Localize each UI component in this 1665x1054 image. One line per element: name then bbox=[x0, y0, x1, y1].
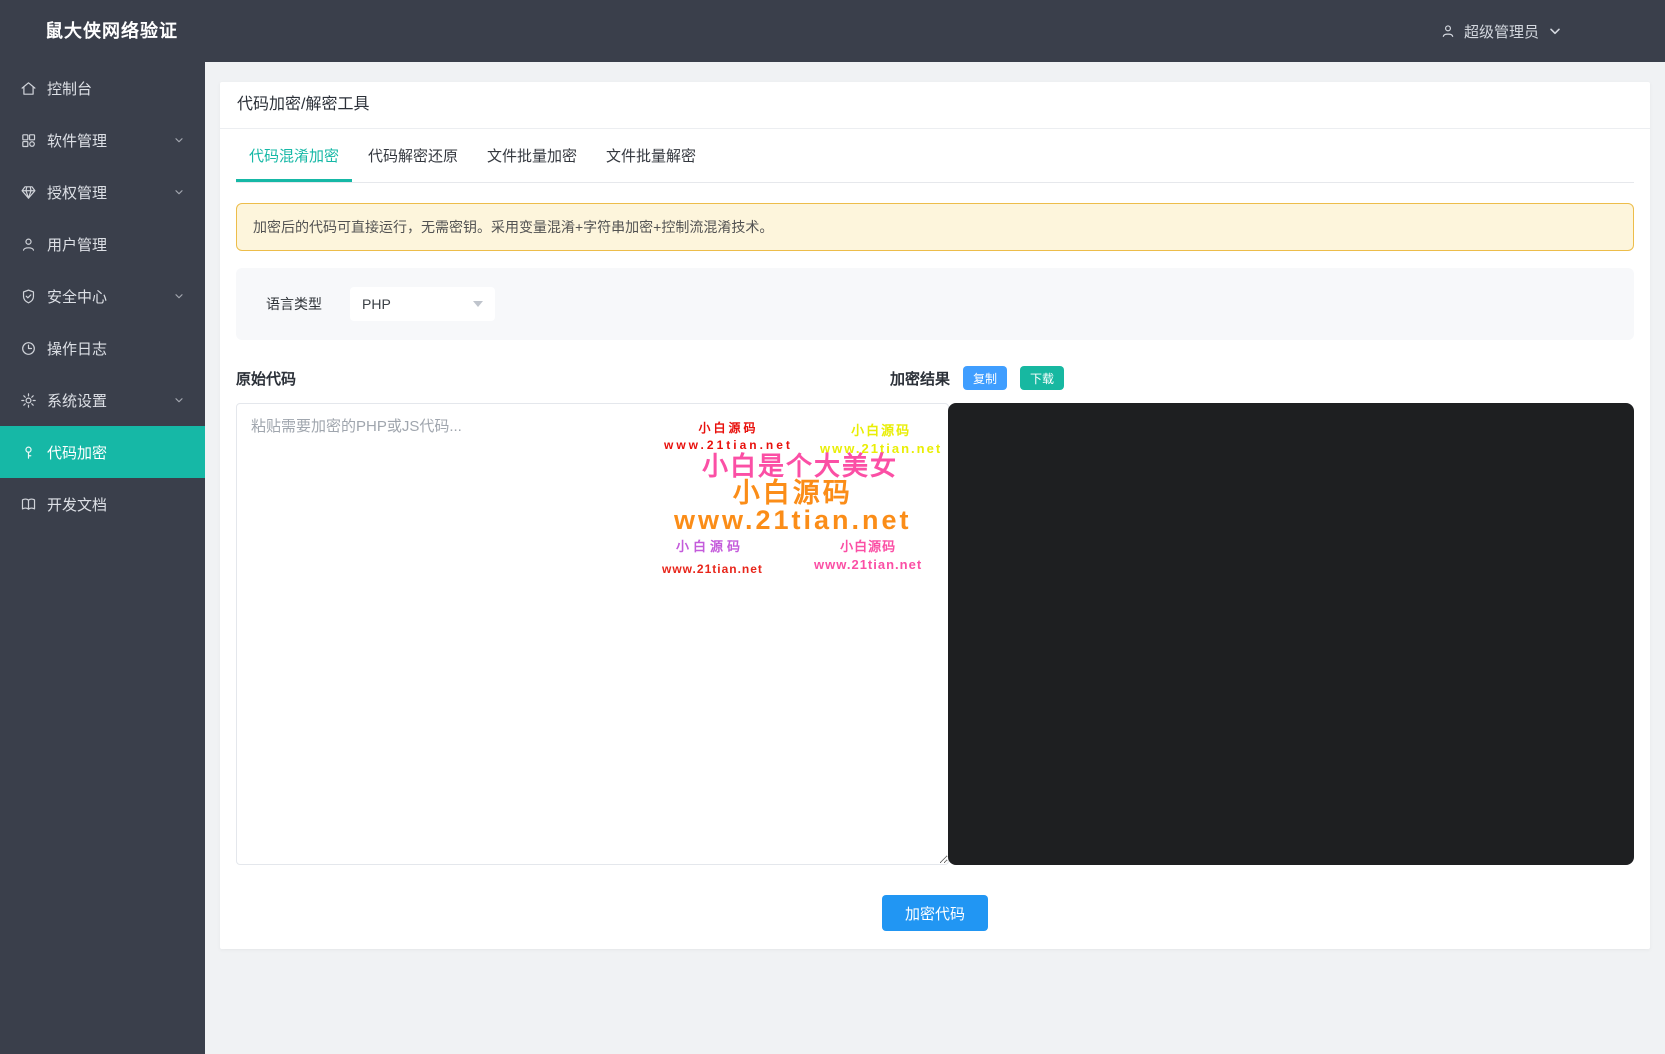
sidebar-item-label: 安全中心 bbox=[47, 286, 107, 307]
source-code-input[interactable] bbox=[236, 403, 949, 865]
sidebar-item-users[interactable]: 用户管理 bbox=[0, 218, 205, 270]
language-label: 语言类型 bbox=[266, 294, 322, 314]
copy-button[interactable]: 复制 bbox=[963, 366, 1007, 390]
chevron-down-icon bbox=[473, 301, 483, 307]
source-column: 原始代码 bbox=[236, 366, 949, 865]
sidebar-item-license[interactable]: 授权管理 bbox=[0, 166, 205, 218]
sidebar-item-label: 控制台 bbox=[47, 78, 92, 99]
home-icon bbox=[20, 80, 37, 97]
gem-icon bbox=[20, 184, 37, 201]
result-column: 加密结果 复制 下载 bbox=[949, 366, 1634, 865]
sidebar-item-security[interactable]: 安全中心 bbox=[0, 270, 205, 322]
chevron-down-icon bbox=[173, 186, 185, 198]
sidebar-item-docs[interactable]: 开发文档 bbox=[0, 478, 205, 530]
sidebar-item-dashboard[interactable]: 控制台 bbox=[0, 62, 205, 114]
encrypt-button[interactable]: 加密代码 bbox=[882, 895, 988, 931]
book-icon bbox=[20, 496, 37, 513]
sidebar-item-label: 授权管理 bbox=[47, 182, 107, 203]
user-menu-label: 超级管理员 bbox=[1464, 21, 1539, 42]
apps-icon bbox=[20, 132, 37, 149]
user-icon bbox=[20, 236, 37, 253]
sidebar-item-label: 操作日志 bbox=[47, 338, 107, 359]
sidebar-item-software[interactable]: 软件管理 bbox=[0, 114, 205, 166]
chevron-down-icon bbox=[173, 394, 185, 406]
app-title: 鼠大侠网络验证 bbox=[45, 0, 178, 62]
sidebar-item-logs[interactable]: 操作日志 bbox=[0, 322, 205, 374]
tab-decrypt-restore[interactable]: 代码解密还原 bbox=[355, 129, 471, 182]
language-select[interactable]: PHP bbox=[350, 287, 495, 321]
sidebar-item-label: 软件管理 bbox=[47, 130, 107, 151]
tabs-bar: 代码混淆加密 代码解密还原 文件批量加密 文件批量解密 bbox=[236, 129, 1634, 183]
sidebar-item-label: 用户管理 bbox=[47, 234, 107, 255]
sidebar: 控制台 软件管理 授权管理 用户管理 安全中心 操作日志 系统设置 代码加密 开… bbox=[0, 62, 205, 1054]
code-tool-card: 代码加密/解密工具 代码混淆加密 代码解密还原 文件批量加密 文件批量解密 加密… bbox=[220, 82, 1650, 949]
result-panel-head: 加密结果 复制 下载 bbox=[890, 366, 1575, 390]
clock-icon bbox=[20, 340, 37, 357]
tab-batch-encrypt[interactable]: 文件批量加密 bbox=[474, 129, 590, 182]
encrypted-result-output bbox=[948, 403, 1634, 865]
sidebar-item-code-encrypt[interactable]: 代码加密 bbox=[0, 426, 205, 478]
result-title: 加密结果 bbox=[890, 368, 950, 389]
tab-obfuscate-encrypt[interactable]: 代码混淆加密 bbox=[236, 129, 352, 182]
source-title: 原始代码 bbox=[236, 368, 296, 389]
chevron-down-icon bbox=[1547, 23, 1563, 39]
download-button[interactable]: 下载 bbox=[1020, 366, 1064, 390]
info-alert: 加密后的代码可直接运行，无需密钥。采用变量混淆+字符串加密+控制流混淆技术。 bbox=[236, 203, 1634, 251]
source-panel-head: 原始代码 bbox=[236, 366, 949, 390]
chevron-down-icon bbox=[173, 134, 185, 146]
key-icon bbox=[20, 444, 37, 461]
sidebar-item-label: 系统设置 bbox=[47, 390, 107, 411]
shield-icon bbox=[20, 288, 37, 305]
editors-area: 原始代码 加密结果 复制 下载 bbox=[236, 366, 1634, 865]
footer-actions: 加密代码 bbox=[220, 895, 1650, 931]
gear-icon bbox=[20, 392, 37, 409]
user-icon bbox=[1440, 23, 1456, 39]
sidebar-item-settings[interactable]: 系统设置 bbox=[0, 374, 205, 426]
tab-batch-decrypt[interactable]: 文件批量解密 bbox=[593, 129, 709, 182]
page-title: 代码加密/解密工具 bbox=[220, 82, 1650, 129]
chevron-down-icon bbox=[173, 290, 185, 302]
language-bar: 语言类型 PHP bbox=[236, 268, 1634, 340]
sidebar-item-label: 代码加密 bbox=[47, 442, 107, 463]
top-bar: 鼠大侠网络验证 超级管理员 bbox=[0, 0, 1665, 62]
sidebar-item-label: 开发文档 bbox=[47, 494, 107, 515]
language-select-value: PHP bbox=[362, 296, 391, 312]
user-menu[interactable]: 超级管理员 bbox=[1440, 0, 1563, 62]
